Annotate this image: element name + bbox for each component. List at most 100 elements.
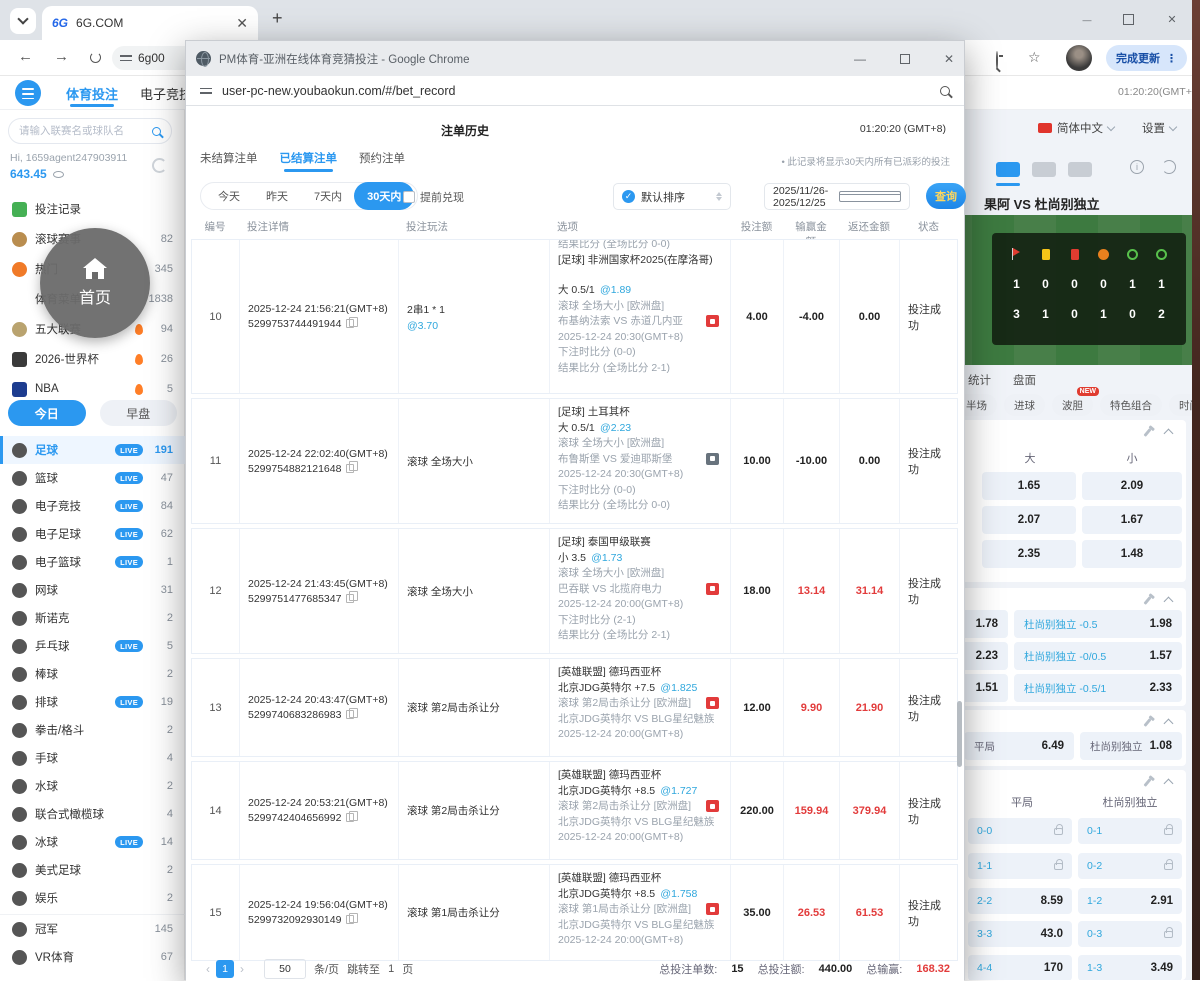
- tab-search-button[interactable]: [10, 8, 36, 34]
- home-fab-button[interactable]: 首页: [40, 228, 150, 338]
- copy-icon[interactable]: [346, 591, 359, 603]
- forward-button[interactable]: →: [54, 48, 69, 65]
- sidebar-sport-item[interactable]: 电子篮球 LIVE 1: [0, 548, 185, 576]
- bookmark-star-icon[interactable]: ☆: [1028, 49, 1041, 66]
- checkbox-icon[interactable]: [403, 191, 415, 203]
- correct-score-button[interactable]: 0-1: [1078, 818, 1182, 844]
- market-pill[interactable]: 时间: [1169, 394, 1192, 416]
- under-odds-button[interactable]: 2.09: [1082, 472, 1182, 500]
- sidebar-sport-item[interactable]: 斯诺克 2: [0, 604, 185, 632]
- tab-close-icon[interactable]: ✕: [236, 15, 248, 32]
- back-button[interactable]: ←: [18, 48, 33, 65]
- correct-score-button[interactable]: 2-2 8.59: [968, 888, 1072, 914]
- market-pill[interactable]: 进球: [1004, 394, 1045, 416]
- copy-icon[interactable]: [346, 707, 359, 719]
- popup-maximize-button[interactable]: [899, 53, 910, 64]
- zoom-out-icon[interactable]: [996, 51, 998, 70]
- pin-icon[interactable]: [1143, 717, 1152, 727]
- market-pill[interactable]: 特色组合: [1100, 394, 1162, 416]
- sidebar-sport-item[interactable]: VR体育 67: [0, 943, 185, 971]
- correct-score-button[interactable]: 1-3 3.49: [1078, 955, 1182, 980]
- pin-icon[interactable]: [1143, 777, 1152, 787]
- away-handicap-odds-button[interactable]: 杜尚别独立 -0/0.5 1.57: [1014, 642, 1182, 670]
- copy-icon[interactable]: [346, 461, 359, 473]
- under-odds-button[interactable]: 1.48: [1082, 540, 1182, 568]
- correct-score-button[interactable]: 3-3 43.0: [968, 921, 1072, 947]
- record-tab[interactable]: 已结算注单: [280, 150, 337, 172]
- language-selector[interactable]: 简体中文: [1038, 120, 1116, 136]
- sidebar-sport-item[interactable]: 网球 31: [0, 576, 185, 604]
- page-number-button[interactable]: 1: [216, 960, 234, 978]
- record-tab[interactable]: 预约注单: [359, 150, 405, 172]
- query-button[interactable]: 查询: [926, 183, 966, 209]
- collapse-icon[interactable]: [1163, 428, 1174, 439]
- jump-page-value[interactable]: 1: [388, 963, 394, 975]
- record-tab[interactable]: 未结算注单: [200, 150, 258, 172]
- correct-score-button[interactable]: 0-3: [1078, 921, 1182, 947]
- sidebar-sport-item[interactable]: 手球 4: [0, 744, 185, 772]
- market-tab-live-icon[interactable]: [1032, 162, 1056, 177]
- sidebar-sport-item[interactable]: 电子竞技 LIVE 84: [0, 492, 185, 520]
- nav-tab-sports[interactable]: 体育投注: [66, 84, 118, 103]
- live-video-icon[interactable]: [706, 800, 719, 812]
- window-maximize-button[interactable]: [1123, 14, 1134, 25]
- copy-icon[interactable]: [346, 810, 359, 822]
- new-tab-button[interactable]: +: [272, 8, 283, 29]
- sidebar-sport-item[interactable]: 水球 2: [0, 772, 185, 800]
- tab-early-market[interactable]: 早盘: [99, 400, 177, 426]
- quick-filter-button[interactable]: 今天: [205, 188, 253, 204]
- sidebar-sport-item[interactable]: 娱乐 2: [0, 884, 185, 912]
- quick-filter-button[interactable]: 7天内: [301, 188, 355, 204]
- live-video-icon[interactable]: [706, 903, 719, 915]
- tab-markets[interactable]: 盘面: [1013, 372, 1036, 388]
- scrollbar-thumb[interactable]: [957, 701, 962, 767]
- sidebar-sport-item[interactable]: 排球 LIVE 19: [0, 688, 185, 716]
- over-odds-button[interactable]: 1.65: [982, 472, 1076, 500]
- over-odds-button[interactable]: 2.07: [982, 506, 1076, 534]
- market-tab-stats-icon[interactable]: [1068, 162, 1092, 177]
- sidebar-sport-item[interactable]: 冰球 LIVE 14: [0, 828, 185, 856]
- sidebar-sport-item[interactable]: 美式足球 2: [0, 856, 185, 884]
- settings-menu[interactable]: 设置: [1142, 120, 1178, 136]
- sidebar-sport-item[interactable]: 电子足球 LIVE 62: [0, 520, 185, 548]
- correct-score-button[interactable]: 4-4 170: [968, 955, 1072, 980]
- correct-score-button[interactable]: 1-2 2.91: [1078, 888, 1182, 914]
- hamburger-menu-icon[interactable]: [15, 80, 41, 106]
- sidebar-sport-item[interactable]: 足球 LIVE 191: [0, 436, 185, 464]
- date-range-input[interactable]: 2025/11/26-2025/12/25: [764, 183, 910, 210]
- away-win-odds-button[interactable]: 杜尚别独立 1.08: [1080, 732, 1182, 760]
- popup-minimize-button[interactable]: —: [854, 52, 866, 66]
- per-page-input[interactable]: 50: [264, 959, 306, 979]
- sort-select[interactable]: ✓ 默认排序: [613, 183, 731, 210]
- correct-score-button[interactable]: 0-2: [1078, 853, 1182, 879]
- sidebar-item[interactable]: 2026-世界杯 26: [0, 344, 185, 374]
- away-handicap-odds-button[interactable]: 杜尚别独立 -0.5 1.98: [1014, 610, 1182, 638]
- prev-page-icon[interactable]: ‹: [200, 962, 216, 976]
- collapse-icon[interactable]: [1163, 718, 1174, 729]
- window-close-button[interactable]: [1163, 11, 1181, 26]
- window-minimize-button[interactable]: [1078, 11, 1096, 26]
- popup-title-bar[interactable]: PM体育-亚洲在线体育竞猜投注 - Google Chrome — ✕: [186, 41, 964, 76]
- tab-today[interactable]: 今日: [8, 400, 86, 426]
- sidebar-sport-item[interactable]: 篮球 LIVE 47: [0, 464, 185, 492]
- sidebar-sport-item[interactable]: 联合式橄榄球 4: [0, 800, 185, 828]
- sidebar-sport-item[interactable]: 拳击/格斗 2: [0, 716, 185, 744]
- draw-odds-button[interactable]: 平局 6.49: [964, 732, 1074, 760]
- live-video-icon[interactable]: [706, 697, 719, 709]
- search-icon[interactable]: [152, 126, 161, 136]
- copy-icon[interactable]: [346, 316, 359, 328]
- search-input[interactable]: [19, 125, 152, 137]
- sidebar-sport-item[interactable]: 棒球 2: [0, 660, 185, 688]
- stats-doc-icon[interactable]: [706, 452, 719, 465]
- cashout-filter[interactable]: 提前兑现: [403, 189, 464, 205]
- refresh-odds-icon[interactable]: [1162, 160, 1176, 174]
- popup-url-bar[interactable]: user-pc-new.youbaokun.com/#/bet_record: [186, 76, 964, 106]
- zoom-icon[interactable]: [940, 85, 950, 96]
- tab-stats[interactable]: 统计: [968, 372, 991, 388]
- live-video-icon[interactable]: [706, 582, 719, 595]
- correct-score-button[interactable]: 0-0: [968, 818, 1072, 844]
- pin-icon[interactable]: [1143, 595, 1152, 605]
- collapse-icon[interactable]: [1163, 596, 1174, 607]
- browser-tab-6gcom[interactable]: 6G 6G.COM ✕: [42, 6, 258, 40]
- quick-filter-button[interactable]: 昨天: [253, 188, 301, 204]
